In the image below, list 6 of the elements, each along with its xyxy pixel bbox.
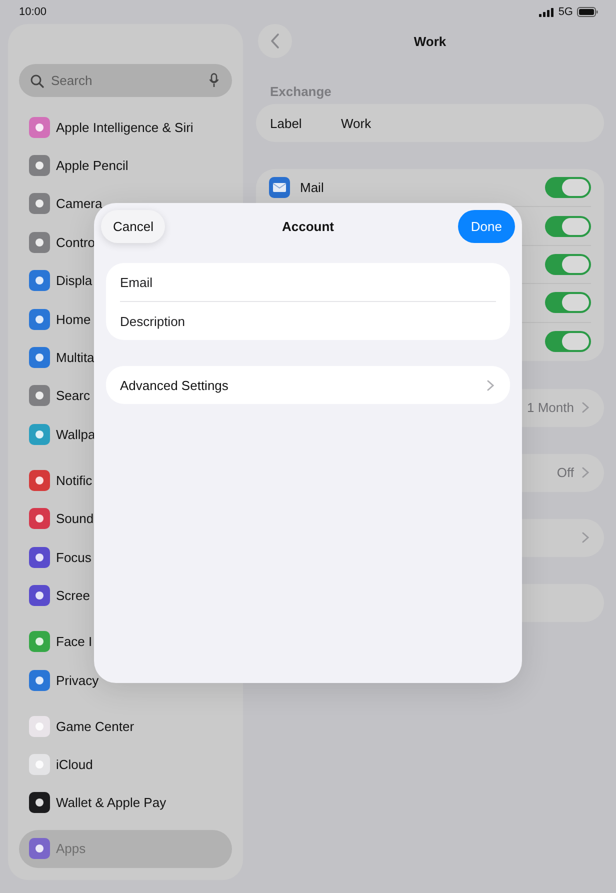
status-time: 10:00 [19,6,47,18]
network-label: 5G [558,6,573,18]
sheet-title: Account [282,219,334,234]
page-title: Work [414,34,446,48]
section-header: Exchange [269,84,332,99]
toggle-label: Mail [300,180,324,196]
